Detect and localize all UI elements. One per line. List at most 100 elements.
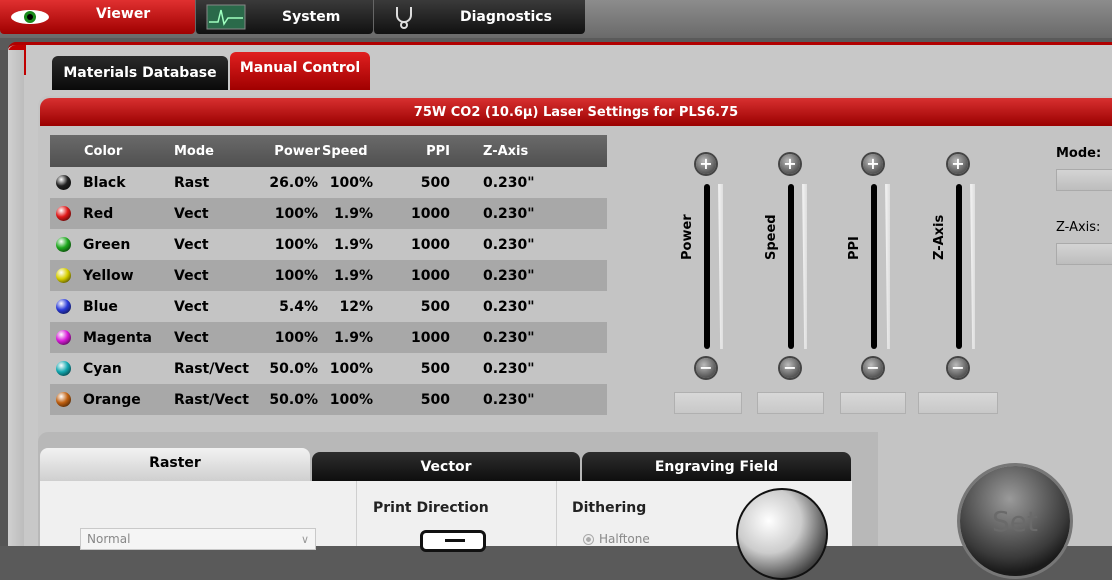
cell-mode: Rast [174, 174, 210, 191]
minus-icon[interactable]: − [863, 358, 883, 378]
table-row[interactable]: Yellow Vect 100% 1.9% 1000 0.230" [50, 260, 607, 291]
cell-mode: Vect [174, 298, 209, 315]
slider-gauge [885, 184, 890, 349]
chevron-down-icon: ∨ [300, 533, 309, 546]
z-axis-field[interactable] [1056, 243, 1112, 265]
radio-icon [583, 533, 594, 545]
tab-diagnostics[interactable]: Diagnostics [373, 0, 585, 34]
cell-speed: 1.9% [334, 205, 373, 222]
tab-system[interactable]: System [195, 0, 373, 34]
minus-icon[interactable]: − [948, 358, 968, 378]
tab-viewer[interactable]: Viewer [0, 0, 195, 34]
halftone-radio[interactable]: Halftone [583, 532, 650, 546]
slider-track[interactable] [704, 184, 710, 349]
plus-icon[interactable]: + [948, 154, 968, 174]
table-row[interactable]: Orange Rast/Vect 50.0% 100% 500 0.230" [50, 384, 607, 415]
cell-mode: Vect [174, 205, 209, 222]
header-power: Power [274, 143, 320, 159]
slider-track[interactable] [788, 184, 794, 349]
tab-diagnostics-label: Diagnostics [460, 9, 552, 25]
cell-color: Yellow [83, 267, 134, 284]
table-row[interactable]: Blue Vect 5.4% 12% 500 0.230" [50, 291, 607, 322]
slider-speed[interactable]: + Speed − [762, 150, 822, 380]
cell-mode: Vect [174, 267, 209, 284]
z-axis-label: Z-Axis: [1056, 220, 1101, 235]
cell-color: Red [83, 205, 114, 222]
slider-z-axis[interactable]: + Z-Axis − [930, 150, 990, 380]
cell-power: 5.4% [279, 298, 318, 315]
slider-gauge [802, 184, 807, 349]
header-z-axis: Z-Axis [483, 143, 529, 159]
plus-icon[interactable]: + [696, 154, 716, 174]
cell-power: 50.0% [269, 391, 318, 408]
tab-raster[interactable]: Raster [40, 448, 310, 481]
cell-mode: Rast/Vect [174, 360, 249, 377]
panel-title: 75W CO2 (10.6µ) Laser Settings for PLS6.… [40, 98, 1112, 126]
slider-gauge [718, 184, 723, 349]
cell-ppi: 500 [420, 391, 450, 408]
table-row[interactable]: Cyan Rast/Vect 50.0% 100% 500 0.230" [50, 353, 607, 384]
table-row[interactable]: Green Vect 100% 1.9% 1000 0.230" [50, 229, 607, 260]
slider-value-field[interactable] [918, 392, 998, 414]
plus-icon[interactable]: + [863, 154, 883, 174]
table-row[interactable]: Black Rast 26.0% 100% 500 0.230" [50, 167, 607, 198]
print-direction-label: Print Direction [373, 500, 489, 516]
slider-ppi[interactable]: + PPI − [845, 150, 905, 380]
cell-z: 0.230" [483, 236, 535, 253]
color-swatch-icon [56, 175, 71, 190]
mode-field[interactable] [1056, 169, 1112, 191]
cell-ppi: 500 [420, 360, 450, 377]
cell-speed: 100% [329, 360, 373, 377]
divider [556, 481, 557, 546]
slider-track[interactable] [956, 184, 962, 349]
slider-value-field[interactable] [674, 392, 742, 414]
table-row[interactable]: Red Vect 100% 1.9% 1000 0.230" [50, 198, 607, 229]
color-swatch-icon [56, 361, 71, 376]
minus-icon[interactable]: − [696, 358, 716, 378]
slider-gauge [970, 184, 975, 349]
slider-label: PPI [847, 236, 862, 260]
tab-viewer-label: Viewer [96, 6, 151, 22]
raster-quality-select[interactable]: Normal ∨ [80, 528, 316, 550]
print-direction-button[interactable] [420, 530, 486, 552]
panel-left-stripe [8, 50, 24, 546]
plus-icon[interactable]: + [780, 154, 800, 174]
slider-value-field[interactable] [840, 392, 906, 414]
waveform-icon [204, 3, 248, 31]
cell-color: Orange [83, 391, 141, 408]
slider-track[interactable] [871, 184, 877, 349]
cell-mode: Vect [174, 236, 209, 253]
tab-manual-control[interactable]: Manual Control [230, 52, 370, 90]
cell-z: 0.230" [483, 205, 535, 222]
color-swatch-icon [56, 268, 71, 283]
cell-z: 0.230" [483, 267, 535, 284]
cell-mode: Vect [174, 329, 209, 346]
cell-speed: 1.9% [334, 236, 373, 253]
tab-system-label: System [282, 9, 341, 25]
minus-icon[interactable]: − [780, 358, 800, 378]
cell-power: 100% [274, 267, 318, 284]
table-row[interactable]: Magenta Vect 100% 1.9% 1000 0.230" [50, 322, 607, 353]
cell-mode: Rast/Vect [174, 391, 249, 408]
cell-ppi: 1000 [411, 205, 450, 222]
cell-power: 50.0% [269, 360, 318, 377]
raster-quality-value: Normal [87, 532, 131, 546]
slider-value-field[interactable] [757, 392, 824, 414]
header-mode: Mode [174, 143, 214, 159]
tab-vector[interactable]: Vector [312, 452, 580, 481]
cell-power: 26.0% [269, 174, 318, 191]
cell-z: 0.230" [483, 298, 535, 315]
slider-power[interactable]: + Power − [678, 150, 738, 380]
set-button[interactable]: Set [960, 466, 1070, 576]
tab-engraving-field[interactable]: Engraving Field [582, 452, 851, 481]
color-swatch-icon [56, 330, 71, 345]
tab-materials-database[interactable]: Materials Database [52, 56, 228, 90]
cell-z: 0.230" [483, 360, 535, 377]
cell-ppi: 1000 [411, 267, 450, 284]
cell-z: 0.230" [483, 329, 535, 346]
left-edge [0, 50, 8, 546]
cell-color: Magenta [83, 329, 153, 346]
cell-power: 100% [274, 329, 318, 346]
color-swatch-icon [56, 206, 71, 221]
cell-speed: 1.9% [334, 329, 373, 346]
